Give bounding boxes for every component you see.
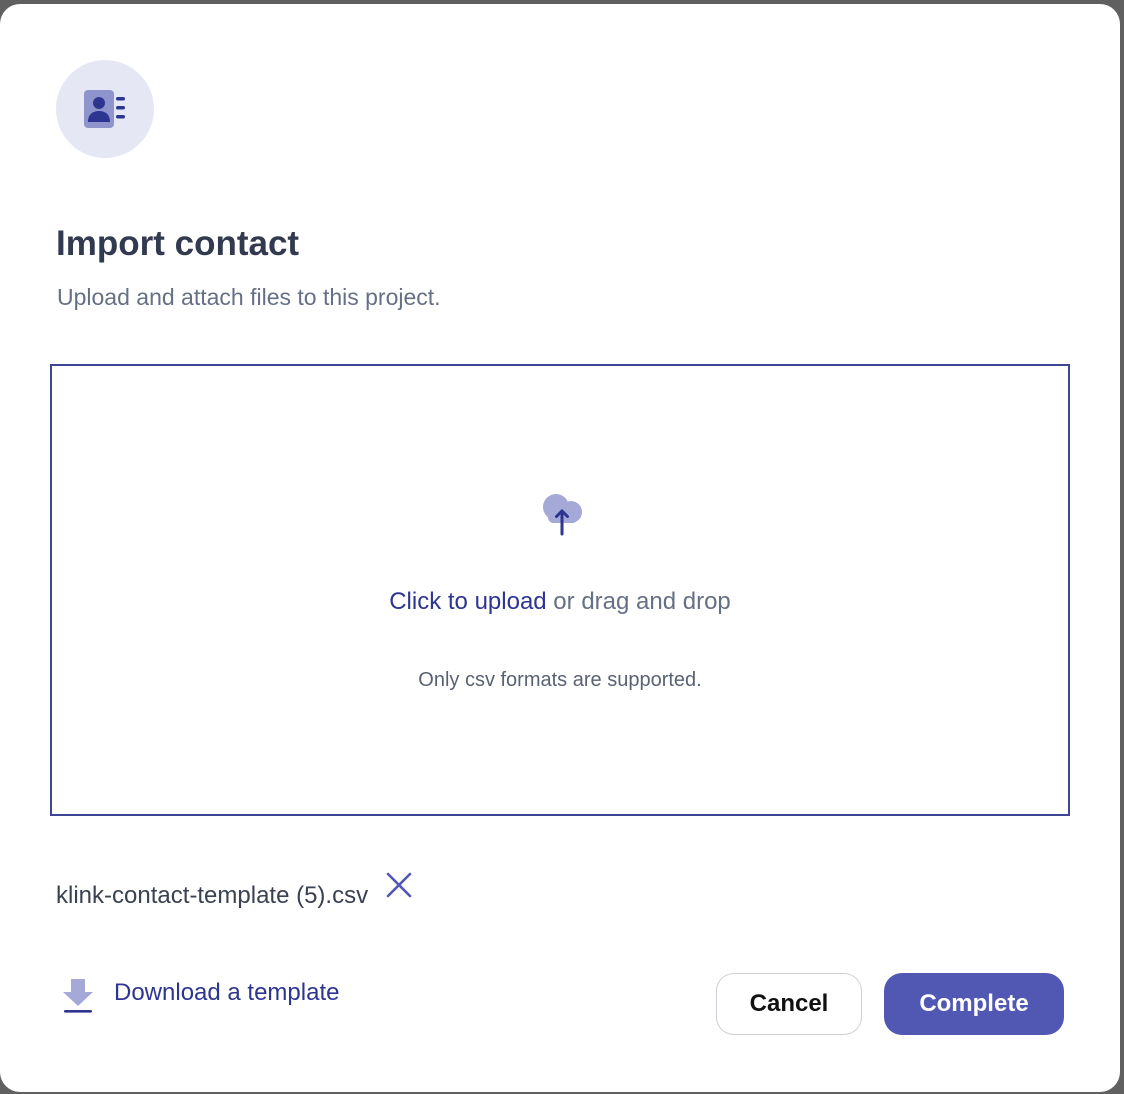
download-icon [63, 979, 93, 1013]
attached-file: klink-contact-template (5).csv [56, 872, 414, 912]
file-dropzone[interactable]: Click to upload or drag and drop Only cs… [50, 364, 1070, 816]
cancel-button[interactable]: Cancel [716, 973, 862, 1035]
click-to-upload-link[interactable]: Click to upload [389, 588, 546, 615]
upload-instructions: Click to upload or drag and drop [52, 586, 1068, 618]
dialog-subtitle: Upload and attach files to this project. [57, 284, 441, 310]
complete-button[interactable]: Complete [884, 973, 1064, 1035]
upload-cloud-icon [543, 494, 582, 536]
drag-drop-text: or drag and drop [546, 588, 731, 615]
download-template-label: Download a template [114, 979, 340, 1006]
contact-book-icon [84, 90, 125, 128]
supported-formats-hint: Only csv formats are supported. [418, 669, 702, 691]
download-template-link[interactable]: Download a template [62, 978, 339, 1014]
file-name: klink-contact-template (5).csv [56, 882, 369, 909]
header-icon-badge [56, 60, 154, 158]
import-contact-dialog: Import contact Upload and attach files t… [0, 4, 1120, 1092]
close-icon[interactable] [384, 870, 414, 900]
dialog-title: Import contact [56, 224, 300, 263]
